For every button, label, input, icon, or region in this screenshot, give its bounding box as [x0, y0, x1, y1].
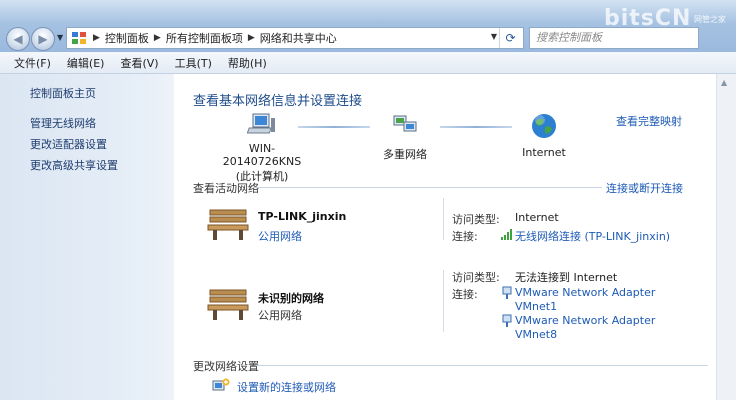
section-divider [254, 187, 602, 188]
menu-help[interactable]: 帮助(H) [220, 55, 275, 71]
vmnet8-connection-link[interactable]: VMware Network Adapter VMnet8 [515, 314, 665, 342]
menu-view[interactable]: 查看(V) [112, 55, 166, 71]
map-node-multiple-label: 多重网络 [383, 148, 427, 161]
control-panel-home-link[interactable]: 控制面板主页 [30, 85, 96, 101]
refresh-icon[interactable]: ⟳ [499, 28, 521, 48]
breadcrumb-control-panel[interactable]: 控制面板 [105, 30, 149, 46]
map-node-internet[interactable]: Internet [514, 112, 574, 159]
map-node-internet-label: Internet [522, 146, 566, 159]
multiple-networks-icon [393, 115, 417, 132]
menu-edit[interactable]: 编辑(E) [59, 55, 113, 71]
breadcrumb-separator-icon[interactable]: ▶ [248, 33, 255, 43]
vmnet1-connection-link[interactable]: VMware Network Adapter VMnet1 [515, 286, 665, 314]
watermark-logo: bitsCN [604, 6, 691, 31]
view-full-map-link[interactable]: 查看完整映射 [616, 113, 682, 129]
menu-tools[interactable]: 工具(T) [167, 55, 220, 71]
park-bench-icon [207, 289, 249, 320]
network-divider [443, 198, 444, 240]
network-type-link[interactable]: 公用网络 [258, 228, 302, 244]
left-navigation-pane: 控制面板主页 管理无线网络 更改适配器设置 更改高级共享设置 [0, 74, 174, 400]
address-dropdown-icon[interactable]: ▼ [491, 32, 497, 41]
access-type-label: 访问类型: [452, 213, 500, 226]
globe-icon [532, 114, 556, 138]
network-name: 未识别的网络 [258, 292, 324, 305]
breadcrumb-separator-icon[interactable]: ▶ [154, 33, 161, 43]
computer-icon [246, 113, 275, 134]
ethernet-icon [502, 286, 512, 299]
network-type: 公用网络 [258, 309, 302, 322]
manage-wireless-link[interactable]: 管理无线网络 [30, 115, 96, 131]
connect-disconnect-link[interactable]: 连接或断开连接 [606, 180, 683, 196]
park-bench-icon [207, 209, 249, 240]
new-connection-icon [212, 378, 230, 391]
address-bar[interactable]: ▶ 控制面板 ▶ 所有控制面板项 ▶ 网络和共享中心 ▼ ⟳ [66, 27, 524, 49]
map-node-computer-name: WIN-20140726KNS [222, 142, 302, 168]
change-sharing-link[interactable]: 更改高级共享设置 [30, 157, 118, 173]
map-connector-line [298, 126, 370, 128]
watermark-sub: 网管之家 [694, 15, 726, 24]
network-name: TP-LINK_jinxin [258, 210, 347, 223]
page-title: 查看基本网络信息并设置连接 [193, 94, 363, 109]
active-networks-title: 查看活动网络 [193, 182, 259, 195]
access-type-value: Internet [515, 211, 559, 224]
window-titlebar: ◀ ▶ ▼ ▶ 控制面板 ▶ 所有控制面板项 ▶ 网络和共享中心 ▼ ⟳ 搜索控… [0, 0, 736, 52]
access-type-value: 无法连接到 Internet [515, 271, 618, 284]
change-adapter-link[interactable]: 更改适配器设置 [30, 136, 107, 152]
recent-pages-dropdown[interactable]: ▼ [57, 33, 63, 42]
watermark-brand: bitsCN [604, 6, 692, 31]
setup-new-connection-link[interactable]: 设置新的连接或网络 [237, 379, 336, 395]
network-divider [443, 270, 444, 332]
vertical-scrollbar[interactable]: ▲ [716, 74, 736, 400]
connections-label: 连接: [452, 230, 478, 243]
control-panel-icon [70, 30, 88, 46]
back-button[interactable]: ◀ [6, 27, 30, 51]
menu-file[interactable]: 文件(F) [0, 55, 59, 71]
access-type-label: 访问类型: [452, 271, 500, 284]
wireless-connection-link[interactable]: 无线网络连接 (TP-LINK_jinxin) [515, 228, 670, 244]
section-divider [256, 365, 708, 366]
map-connector-line [440, 126, 512, 128]
scroll-up-arrow-icon[interactable]: ▲ [721, 78, 727, 87]
breadcrumb-network-center[interactable]: 网络和共享中心 [260, 30, 337, 46]
menu-bar: 文件(F) 编辑(E) 查看(V) 工具(T) 帮助(H) [0, 52, 736, 74]
change-settings-title: 更改网络设置 [193, 360, 259, 373]
main-content: 查看基本网络信息并设置连接 查看完整映射 WIN-20140726KNS (此计… [174, 74, 716, 400]
map-node-computer[interactable]: WIN-20140726KNS (此计算机) [212, 112, 312, 184]
forward-button[interactable]: ▶ [31, 27, 55, 51]
ethernet-icon [502, 314, 512, 327]
map-node-multiple-networks[interactable]: 多重网络 [370, 112, 440, 162]
connections-label: 连接: [452, 288, 478, 301]
breadcrumb-all-items[interactable]: 所有控制面板项 [166, 30, 243, 46]
breadcrumb-separator-icon: ▶ [93, 33, 100, 43]
wifi-signal-icon [501, 229, 512, 240]
